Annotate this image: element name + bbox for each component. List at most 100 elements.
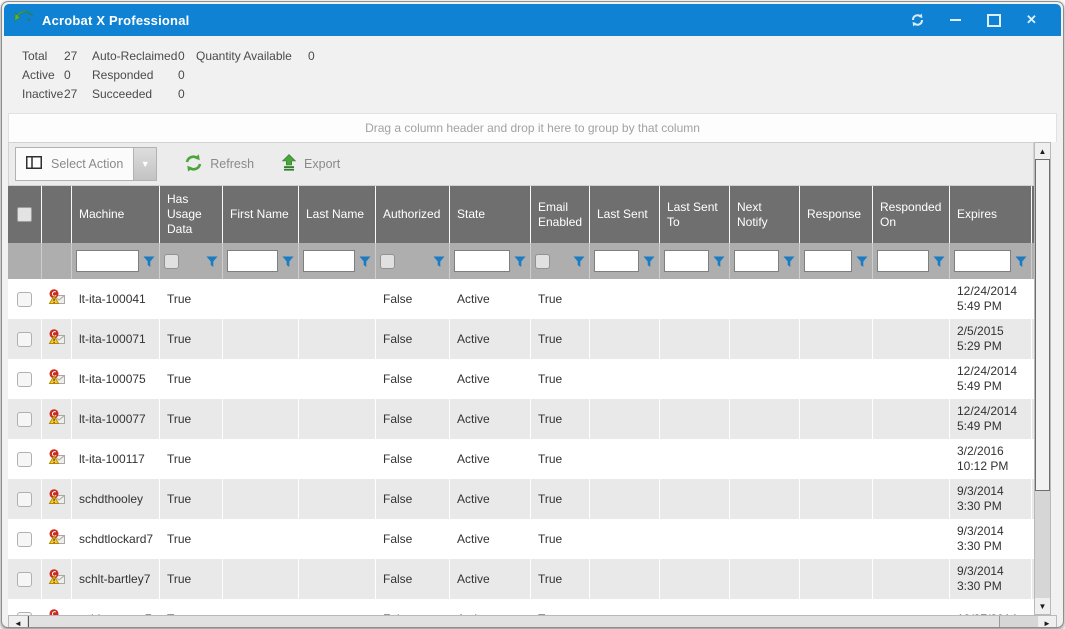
cell-authorized: False (376, 599, 450, 615)
cell-first_name (223, 519, 299, 559)
column-header-expires[interactable]: Expires (950, 186, 1032, 243)
table-row[interactable]: lt-ita-100117TrueFalseActiveTrue3/2/2016… (8, 439, 1034, 479)
column-header-machine[interactable]: Machine (72, 186, 160, 243)
table-row[interactable]: schlt-bartley7TrueFalseActiveTrue9/3/201… (8, 559, 1034, 599)
filter-checkbox-email_enabled[interactable] (535, 254, 550, 269)
cell-response (800, 359, 873, 399)
filter-funnel-icon[interactable] (643, 255, 655, 268)
filter-input-last_sent_to[interactable] (664, 250, 709, 272)
table-row[interactable]: schdtlockard7TrueFalseActiveTrue9/3/2014… (8, 519, 1034, 559)
stat-label: Total (22, 49, 64, 63)
scroll-left-button[interactable]: ◄ (9, 616, 27, 628)
column-header-authorized[interactable]: Authorized (376, 186, 450, 243)
filter-input-state[interactable] (454, 250, 510, 272)
export-button[interactable]: Export (281, 154, 340, 174)
column-header-state[interactable]: State (450, 186, 531, 243)
filter-funnel-icon[interactable] (143, 255, 155, 268)
row-checkbox[interactable] (17, 372, 32, 387)
table-body: lt-ita-100041TrueFalseActiveTrue12/24/20… (8, 279, 1034, 615)
cell-icon (42, 439, 72, 479)
filter-funnel-icon[interactable] (1015, 255, 1027, 268)
filter-funnel-icon[interactable] (856, 255, 868, 268)
filter-funnel-icon[interactable] (433, 255, 445, 268)
filter-funnel-icon[interactable] (514, 255, 526, 268)
filter-input-last_name[interactable] (303, 250, 355, 272)
maximize-button[interactable] (986, 13, 1001, 28)
cell-first_name (223, 359, 299, 399)
filter-funnel-icon[interactable] (282, 255, 294, 268)
cell-next_notify (730, 479, 800, 519)
minimize-button[interactable] (948, 13, 963, 28)
filter-input-first_name[interactable] (227, 250, 278, 272)
filter-checkbox-has_usage_data[interactable] (164, 254, 179, 269)
filter-input-expires[interactable] (954, 250, 1011, 272)
column-header-last_sent[interactable]: Last Sent (590, 186, 660, 243)
filter-funnel-icon[interactable] (713, 255, 725, 268)
cell-response (800, 599, 873, 615)
cell-expires: 9/3/2014 3:30 PM (950, 559, 1032, 599)
row-checkbox[interactable] (17, 452, 32, 467)
table-row[interactable]: lt-ita-100071TrueFalseActiveTrue2/5/2015… (8, 319, 1034, 359)
filter-input-machine[interactable] (76, 250, 139, 272)
close-button[interactable]: ✕ (1024, 13, 1039, 28)
column-header-next_notify[interactable]: Next Notify (730, 186, 800, 243)
column-header-email_enabled[interactable]: Email Enabled (531, 186, 590, 243)
filter-input-response[interactable] (804, 250, 852, 272)
cell-responded_on (873, 479, 950, 519)
table-row[interactable]: lt-ita-100077TrueFalseActiveTrue12/24/20… (8, 399, 1034, 439)
scroll-right-button[interactable]: ► (1038, 616, 1056, 628)
cell-text: schdthooley (79, 492, 143, 507)
table-row[interactable]: lt-ita-100075TrueFalseActiveTrue12/24/20… (8, 359, 1034, 399)
filter-input-next_notify[interactable] (734, 250, 779, 272)
cell-text: True (538, 412, 562, 427)
column-header-response[interactable]: Response (800, 186, 873, 243)
column-header-has_usage_data[interactable]: Has Usage Data (160, 186, 223, 243)
cell-sel (8, 519, 42, 559)
titlebar-refresh-icon[interactable] (910, 13, 925, 28)
column-header-last_name[interactable]: Last Name (299, 186, 376, 243)
table-row[interactable]: schdthooleyTrueFalseActiveTrue9/3/2014 3… (8, 479, 1034, 519)
row-checkbox[interactable] (17, 572, 32, 587)
cell-responded_on (873, 279, 950, 319)
cell-last_sent (590, 399, 660, 439)
filter-funnel-icon[interactable] (573, 255, 585, 268)
cell-sel (8, 359, 42, 399)
horizontal-scrollbar[interactable]: ◄ ► (8, 615, 1057, 628)
row-checkbox[interactable] (17, 532, 32, 547)
filter-checkbox-authorized[interactable] (380, 254, 395, 269)
filter-funnel-icon[interactable] (933, 255, 945, 268)
app-reclaim-arrow-icon (14, 10, 34, 31)
filter-input-last_sent[interactable] (594, 250, 639, 272)
row-checkbox[interactable] (17, 412, 32, 427)
table-row[interactable]: lt-ita-100041TrueFalseActiveTrue12/24/20… (8, 279, 1034, 319)
vertical-scroll-thumb[interactable] (1035, 159, 1050, 491)
select-all-checkbox[interactable] (17, 207, 32, 222)
cell-last_sent (590, 439, 660, 479)
filter-input-responded_on[interactable] (877, 250, 929, 272)
horizontal-scroll-thumb[interactable] (28, 616, 1000, 628)
filter-funnel-icon[interactable] (206, 255, 218, 268)
cell-sel (8, 559, 42, 599)
table-row[interactable]: schlt-murray7TrueFalseActiveTrue10/27/20… (8, 599, 1034, 615)
row-checkbox[interactable] (17, 332, 32, 347)
scroll-down-button[interactable]: ▼ (1035, 598, 1050, 614)
cell-has_usage_data: True (160, 279, 223, 319)
cell-text: Active (457, 492, 490, 507)
group-by-bar[interactable]: Drag a column header and drop it here to… (8, 113, 1057, 142)
column-header-last_sent_to[interactable]: Last Sent To (660, 186, 730, 243)
row-checkbox[interactable] (17, 492, 32, 507)
column-header-label: Has Usage Data (167, 192, 215, 237)
select-action-dropdown[interactable]: Select Action ▼ (15, 147, 157, 181)
filter-funnel-icon[interactable] (783, 255, 795, 268)
cell-email_enabled: True (531, 599, 590, 615)
cell-text: True (538, 492, 562, 507)
column-header-responded_on[interactable]: Responded On (873, 186, 950, 243)
row-checkbox[interactable] (17, 292, 32, 307)
vertical-scrollbar[interactable]: ▲ ▼ (1034, 142, 1051, 615)
column-header-first_name[interactable]: First Name (223, 186, 299, 243)
cell-first_name (223, 439, 299, 479)
refresh-button[interactable]: Refresh (184, 154, 254, 175)
filter-funnel-icon[interactable] (359, 255, 371, 268)
scroll-up-button[interactable]: ▲ (1035, 143, 1050, 159)
chevron-down-icon[interactable]: ▼ (133, 148, 156, 180)
